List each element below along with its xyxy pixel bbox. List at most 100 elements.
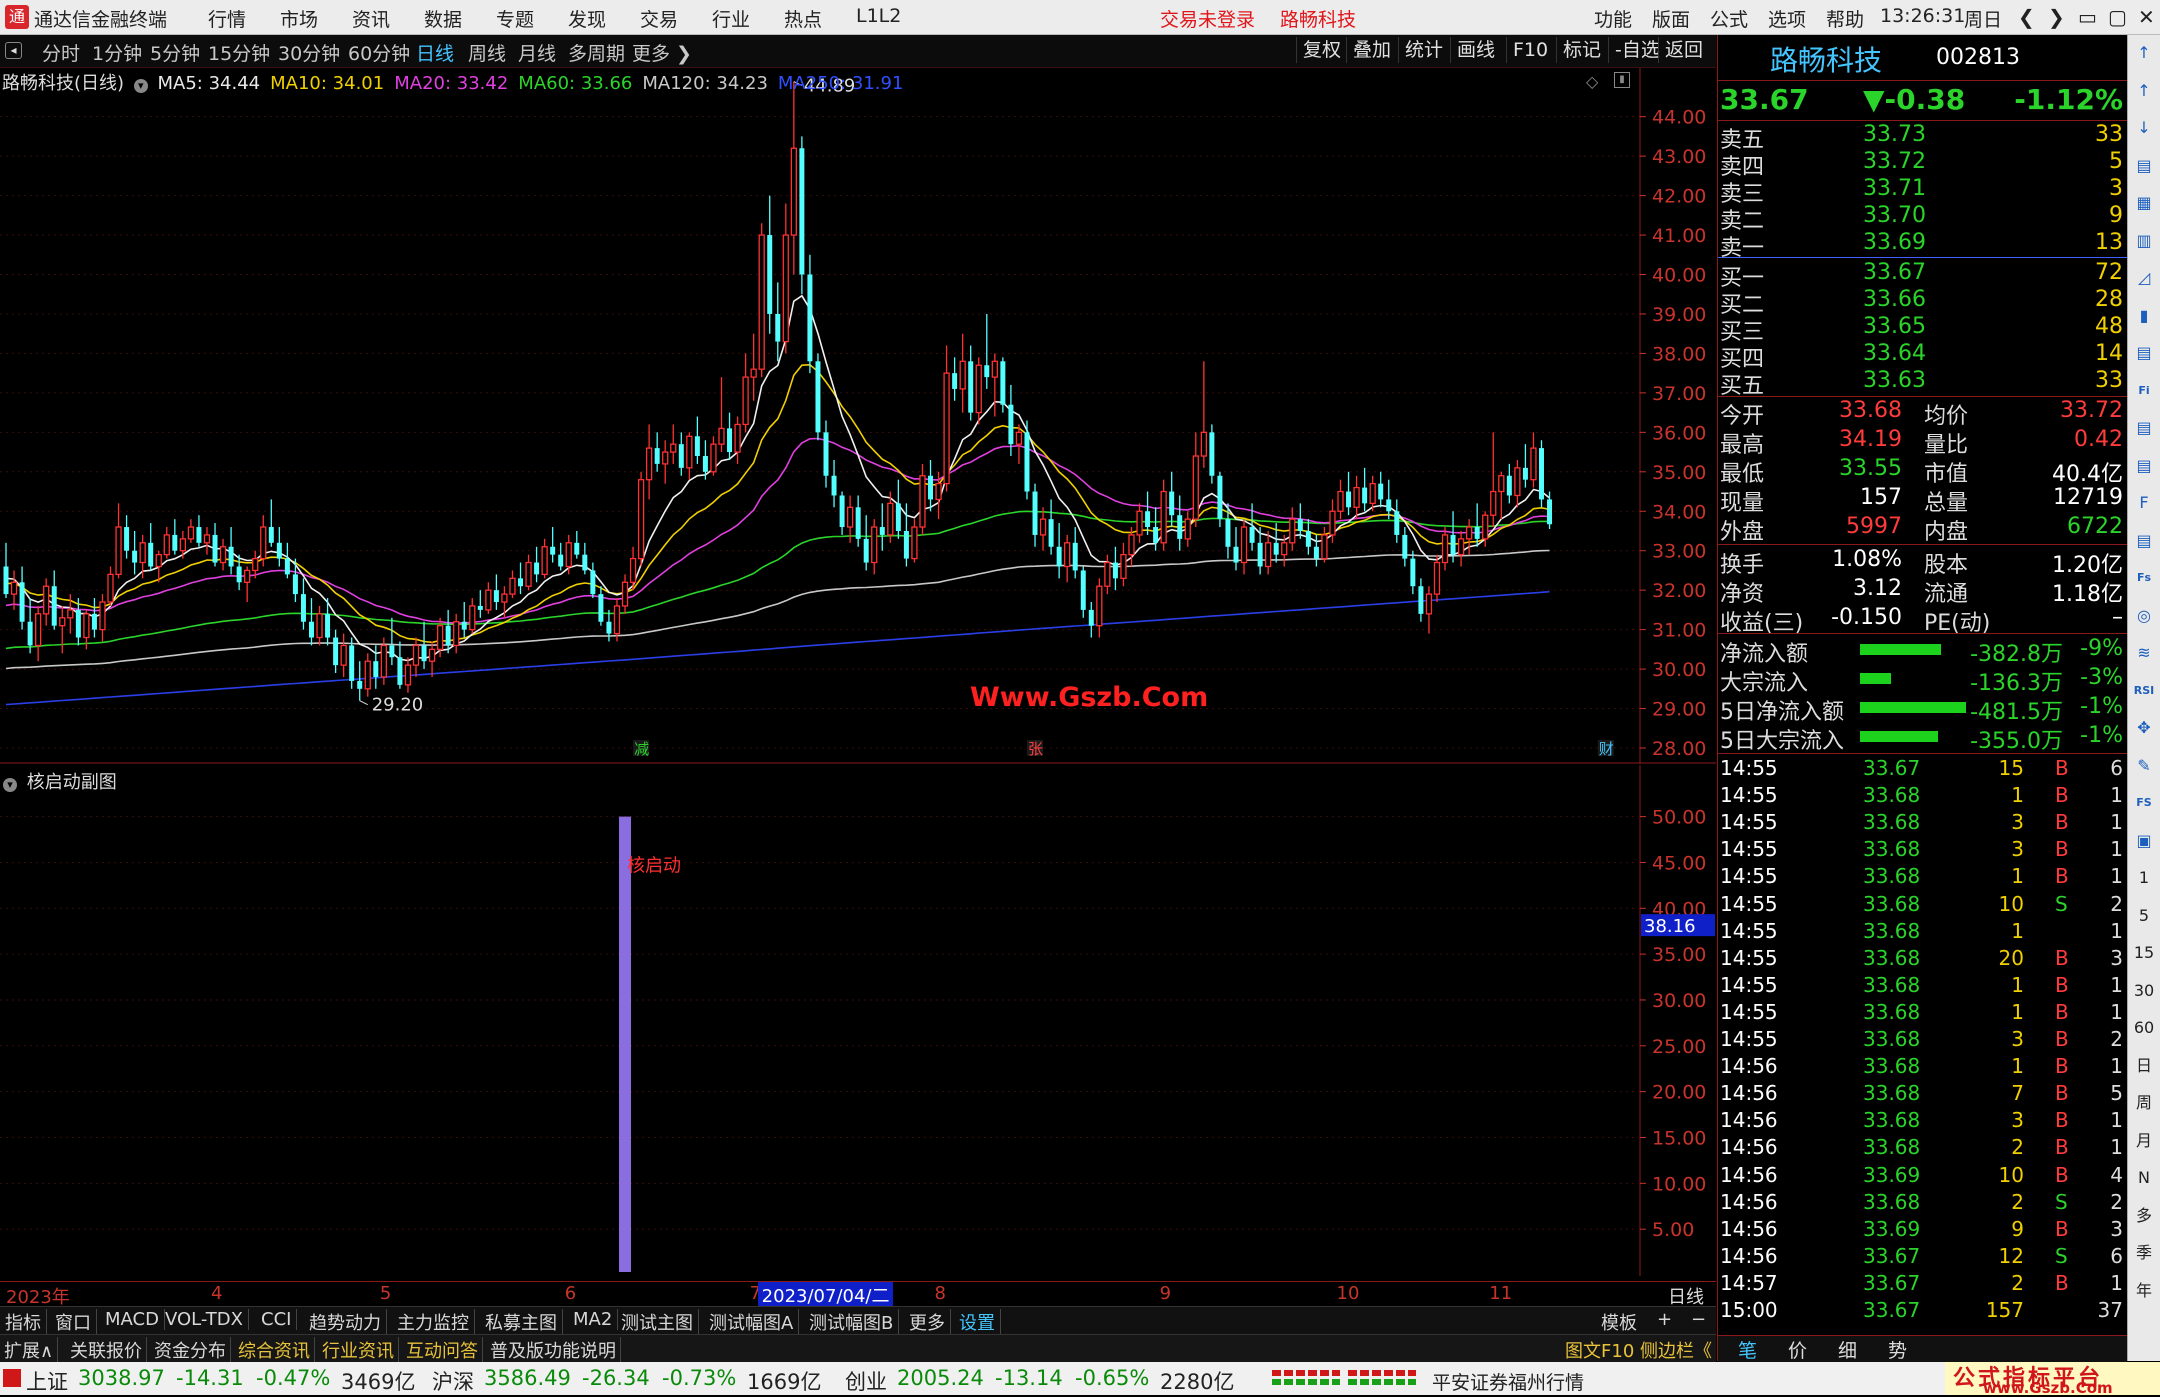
period-tab[interactable]: 多周期 [568, 39, 625, 66]
menu-item[interactable]: 行情 [208, 5, 246, 32]
index-name[interactable]: 沪深 [432, 1366, 474, 1396]
bid-row[interactable]: 买一 33.67 72 [1718, 260, 2127, 291]
sidebar-tool-icon[interactable]: 30 [2132, 979, 2156, 1003]
ask-row[interactable]: 卖五 33.73 33 [1718, 122, 2127, 153]
indicator-tab[interactable]: 测试幅图A [704, 1309, 800, 1335]
chart-tool-button[interactable]: 复权 [1296, 37, 1347, 63]
sidebar-tool-icon[interactable]: RSI [2132, 679, 2156, 703]
period-tab[interactable]: 1分钟 [92, 39, 142, 66]
sidebar-tool-icon[interactable]: ↓ [2132, 116, 2156, 140]
sidebar-tool-icon[interactable]: ▤ [2132, 529, 2156, 553]
ask-row[interactable]: 卖一 33.69 13 [1718, 230, 2127, 261]
back-icon[interactable]: ❮ [2018, 5, 2035, 29]
chart-tool-button[interactable]: 画线 [1450, 37, 1501, 63]
extension-tab[interactable]: 互动问答 [402, 1337, 483, 1363]
forward-icon[interactable]: ❯ [2048, 5, 2065, 29]
sidebar-tool-icon[interactable]: 多 [2132, 1204, 2156, 1228]
close-icon[interactable]: ✕ [2138, 5, 2155, 29]
indicator-tab[interactable]: 主力监控 [392, 1309, 475, 1335]
ask-row[interactable]: 卖四 33.72 5 [1718, 149, 2127, 180]
quote-tab[interactable]: 细 [1838, 1336, 1857, 1363]
legend-toggle-icon[interactable]: ▾ [3, 778, 17, 792]
period-tab[interactable]: 60分钟 [348, 39, 410, 66]
sidebar-tool-icon[interactable]: 日 [2132, 1054, 2156, 1078]
menu-item[interactable]: 帮助 [1826, 5, 1864, 32]
quote-tab[interactable]: 势 [1888, 1336, 1907, 1363]
indicator-tab[interactable]: 窗口 [50, 1309, 97, 1335]
period-tab[interactable]: 月线 [518, 39, 556, 66]
period-tab[interactable]: 5分钟 [150, 39, 200, 66]
sidebar-tool-icon[interactable]: Fi [2132, 379, 2156, 403]
sidebar-tool-icon[interactable]: ▤ [2132, 341, 2156, 365]
period-tab[interactable]: 更多 ❯ [632, 39, 692, 66]
bid-row[interactable]: 买四 33.64 14 [1718, 341, 2127, 372]
diamond-icon[interactable]: ◇ [1586, 72, 1598, 91]
extension-tab[interactable]: 行业资讯 [318, 1337, 399, 1363]
indicator-tab[interactable]: VOL-TDX [160, 1309, 249, 1330]
indicator-tab[interactable]: 设置 [954, 1309, 1001, 1335]
menu-item[interactable]: 交易 [640, 5, 678, 32]
period-tab[interactable]: 日线 [416, 39, 454, 66]
menu-item[interactable]: 版面 [1652, 5, 1690, 32]
sidebar-tool-icon[interactable]: ▤ [2132, 454, 2156, 478]
sidebar-tool-icon[interactable]: Fs [2132, 566, 2156, 590]
chart-tool-button[interactable]: F10 [1506, 37, 1554, 63]
ask-row[interactable]: 卖二 33.70 9 [1718, 203, 2127, 234]
quote-tab[interactable]: 笔 [1738, 1336, 1757, 1363]
sidebar-tool-icon[interactable]: 1 [2132, 866, 2156, 890]
chart-tool-button[interactable]: 统计 [1398, 37, 1449, 63]
menu-item[interactable]: 功能 [1594, 5, 1632, 32]
menu-item[interactable]: 市场 [280, 5, 318, 32]
period-tab[interactable]: 30分钟 [278, 39, 340, 66]
sidebar-tool-icon[interactable]: ◿ [2132, 266, 2156, 290]
indicator-chart[interactable]: 50.00 45.00 40.00 35.00 30.00 25.00 20.00 15.00… [0, 765, 1716, 1276]
add-window-button[interactable]: + [1652, 1309, 1677, 1330]
bid-row[interactable]: 买五 33.63 33 [1718, 368, 2127, 399]
indicator-svg[interactable]: 50.0045.0040.0035.0030.0025.0020.0015.00… [0, 765, 1716, 1276]
sidebar-tool-icon[interactable]: F [2132, 491, 2156, 515]
login-status[interactable]: 交易未登录 [1160, 5, 1255, 32]
remove-window-button[interactable]: − [1686, 1309, 1711, 1330]
sidebar-tool-icon[interactable]: ↑ [2132, 79, 2156, 103]
sidebar-tool-icon[interactable]: ▮ [2132, 304, 2156, 328]
period-tab[interactable]: 分时 [42, 39, 80, 66]
indicator-tab[interactable]: 更多 [904, 1309, 951, 1335]
indicator-tab[interactable]: 指标 [0, 1309, 47, 1335]
sidebar-tool-icon[interactable]: ▥ [2132, 229, 2156, 253]
sidebar-tool-icon[interactable]: ≋ [2132, 641, 2156, 665]
restore-icon[interactable]: ▭ [2078, 5, 2097, 29]
chevron-left-icon[interactable]: ◂ [5, 42, 22, 59]
menu-item[interactable]: 发现 [568, 5, 606, 32]
menu-item[interactable]: 资讯 [352, 5, 390, 32]
indicator-tab[interactable]: 私募主图 [480, 1309, 563, 1335]
indicator-tab[interactable]: 测试主图 [616, 1309, 699, 1335]
indicator-tab[interactable]: MA2 [568, 1309, 619, 1330]
sidebar-tool-icon[interactable]: ↑ [2132, 41, 2156, 65]
index-name[interactable]: 上证 [26, 1366, 68, 1396]
legend-toggle-icon[interactable]: ▾ [133, 79, 148, 93]
sidebar-toggle[interactable]: 图文F10 侧边栏《 [1565, 1337, 1712, 1363]
sidebar-tool-icon[interactable]: 60 [2132, 1016, 2156, 1040]
menu-item[interactable]: L1L2 [856, 5, 901, 27]
sidebar-tool-icon[interactable]: 年 [2132, 1279, 2156, 1303]
sidebar-tool-icon[interactable]: ▤ [2132, 154, 2156, 178]
sidebar-tool-icon[interactable]: ✎ [2132, 754, 2156, 778]
menu-item[interactable]: 热点 [784, 5, 822, 32]
menu-item[interactable]: 专题 [496, 5, 534, 32]
sidebar-tool-icon[interactable]: ◎ [2132, 604, 2156, 628]
sidebar-tool-icon[interactable]: 周 [2132, 1091, 2156, 1115]
sidebar-tool-icon[interactable]: N [2132, 1166, 2156, 1190]
kline-chart[interactable]: 44.00 43.00 42.00 41.00 40.00 39.00 38.00 37.00… [0, 68, 1716, 764]
kline-svg[interactable]: 44.00 43.00 42.00 41.00 40.00 39.00 38.00 37.00… [0, 68, 1716, 764]
quote-tab[interactable]: 价 [1788, 1336, 1807, 1363]
extension-tab[interactable]: 扩展∧ [0, 1337, 59, 1363]
extension-tab[interactable]: 普及版功能说明 [486, 1337, 621, 1363]
chart-tool-button[interactable]: 返回 [1658, 37, 1709, 63]
template-button[interactable]: 模板 [1596, 1309, 1642, 1335]
sidebar-tool-icon[interactable]: FS [2132, 791, 2156, 815]
panel-toggle-icon[interactable]: ▮ [1614, 72, 1630, 88]
chart-tool-button[interactable]: 标记 [1556, 37, 1607, 63]
sidebar-tool-icon[interactable]: 15 [2132, 941, 2156, 965]
sidebar-tool-icon[interactable]: 季 [2132, 1241, 2156, 1265]
indicator-tab[interactable]: 测试幅图B [804, 1309, 900, 1335]
